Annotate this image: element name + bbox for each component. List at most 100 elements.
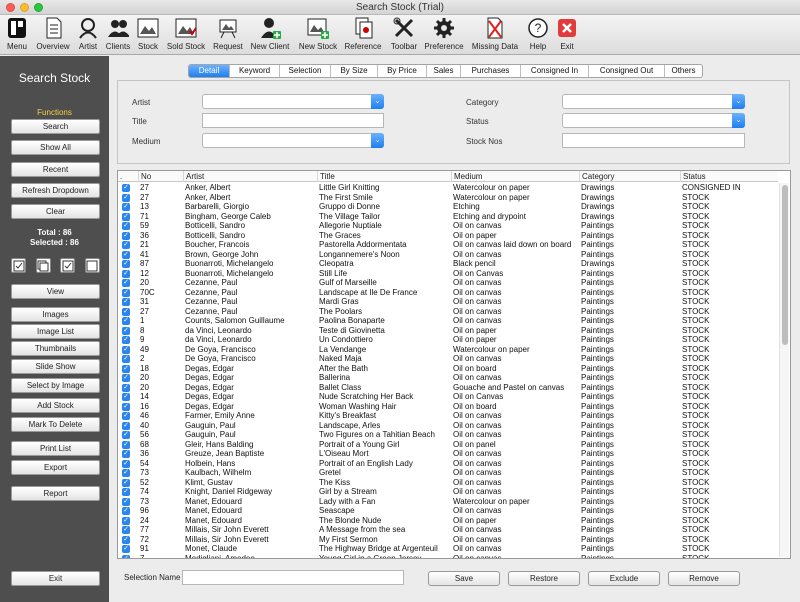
tab-consigned-out[interactable]: Consigned Out bbox=[588, 65, 664, 77]
toolbar-artist-button[interactable]: Artist bbox=[76, 17, 100, 54]
image-list-button[interactable]: Image List bbox=[11, 324, 100, 339]
column-header-title[interactable]: Title bbox=[317, 171, 451, 182]
table-row[interactable]: ✓ 14 Degas, Edgar Nude Scratching Her Back O… bbox=[118, 392, 778, 402]
table-row[interactable]: ✓ 27 Anker, Albert The First Smile Watercolo… bbox=[118, 193, 778, 203]
table-row[interactable]: ✓ 36 Greuze, Jean Baptiste L'Oiseau Mort Oil… bbox=[118, 449, 778, 459]
row-checkbox[interactable]: ✓ bbox=[122, 469, 130, 477]
row-checkbox[interactable]: ✓ bbox=[122, 326, 130, 335]
table-row[interactable]: ✓ 73 Kaulbach, Wilhelm Gretel Oil on canvas P… bbox=[118, 468, 778, 478]
toolbar-toolbar-button[interactable]: Toolbar bbox=[388, 17, 420, 54]
row-checkbox[interactable]: ✓ bbox=[122, 450, 130, 458]
scrollbar-thumb[interactable] bbox=[782, 185, 788, 345]
table-row[interactable]: ✓ 46 Farmer, Emily Anne Kitty's Breakfast Oi… bbox=[118, 411, 778, 421]
zoom-window-button[interactable] bbox=[34, 3, 43, 12]
tab-consigned-in[interactable]: Consigned In bbox=[520, 65, 588, 77]
toolbar-clients-button[interactable]: Clients bbox=[104, 17, 132, 54]
table-row[interactable]: ✓ 56 Gauguin, Paul Two Figures on a Tahitia… bbox=[118, 430, 778, 440]
row-checkbox[interactable]: ✓ bbox=[122, 545, 130, 553]
tab-sales[interactable]: Sales bbox=[426, 65, 460, 77]
toolbar-overview-button[interactable]: Overview bbox=[35, 17, 71, 54]
table-row[interactable]: ✓ 70C Cezanne, Paul Landscape at Ile De Fra… bbox=[118, 288, 778, 298]
table-row[interactable]: ✓ 40 Gauguin, Paul Landscape, Arles Oil on c… bbox=[118, 421, 778, 431]
tab-keyword[interactable]: Keyword bbox=[229, 65, 279, 77]
row-checkbox[interactable]: ✓ bbox=[122, 241, 130, 249]
table-row[interactable]: ✓ 41 Brown, George John Longannemere's Noon… bbox=[118, 250, 778, 260]
row-checkbox[interactable]: ✓ bbox=[122, 421, 130, 430]
vertical-scrollbar[interactable] bbox=[779, 183, 789, 557]
row-checkbox[interactable]: ✓ bbox=[122, 488, 130, 496]
toolbar-reference-button[interactable]: Reference bbox=[343, 17, 383, 54]
mark-to-delete-button[interactable]: Mark To Delete bbox=[11, 417, 100, 432]
table-row[interactable]: ✓ 59 Botticelli, Sandro Allegorie Nuptiale O… bbox=[118, 221, 778, 231]
search-button[interactable]: Search bbox=[11, 119, 100, 134]
exit-button[interactable]: Exit bbox=[11, 571, 100, 586]
row-checkbox[interactable]: ✓ bbox=[122, 184, 130, 192]
show-all-button[interactable]: Show All bbox=[11, 140, 100, 155]
toolbar-stock-button[interactable]: Stock bbox=[136, 17, 160, 54]
table-row[interactable]: ✓ 27 Anker, Albert Little Girl Knitting Wate… bbox=[118, 183, 778, 193]
table-row[interactable]: ✓ 72 Millais, Sir John Everett My First Ser… bbox=[118, 535, 778, 545]
artist-select[interactable]: ⌄ bbox=[202, 94, 384, 109]
uncheck-checkbox-icon[interactable] bbox=[84, 258, 100, 273]
table-row[interactable]: ✓ 52 Klimt, Gustav The Kiss Oil on canvas Pai… bbox=[118, 478, 778, 488]
toolbar-sold-stock-button[interactable]: Sold Stock bbox=[164, 17, 208, 54]
table-row[interactable]: ✓ 20 Degas, Edgar Ballet Class Gouache and P… bbox=[118, 383, 778, 393]
row-checkbox[interactable]: ✓ bbox=[122, 497, 130, 506]
toolbar-missing-data-button[interactable]: Missing Data bbox=[470, 17, 520, 54]
stock-nos-input[interactable] bbox=[562, 133, 745, 148]
row-checkbox[interactable]: ✓ bbox=[122, 260, 130, 268]
row-checkbox[interactable]: ✓ bbox=[122, 412, 130, 420]
category-select[interactable]: ⌄ bbox=[562, 94, 745, 109]
table-row[interactable]: ✓ 13 Barbarelli, Giorgio Gruppo di Donne Etc… bbox=[118, 202, 778, 212]
select-page-checkbox-icon[interactable] bbox=[35, 258, 51, 273]
row-checkbox[interactable]: ✓ bbox=[122, 402, 130, 411]
row-checkbox[interactable]: ✓ bbox=[122, 345, 130, 354]
table-row[interactable]: ✓ 2 De Goya, Francisco Naked Maja Oil on can… bbox=[118, 354, 778, 364]
column-header-artist[interactable]: Artist bbox=[183, 171, 317, 182]
table-row[interactable]: ✓ 31 Cezanne, Paul Mardi Gras Oil on canvas P… bbox=[118, 297, 778, 307]
view-button[interactable]: View bbox=[11, 284, 100, 299]
medium-select[interactable]: ⌄ bbox=[202, 133, 384, 148]
clear-button[interactable]: Clear bbox=[11, 204, 100, 219]
column-header-medium[interactable]: Medium bbox=[451, 171, 579, 182]
row-checkbox[interactable]: ✓ bbox=[122, 269, 130, 278]
row-checkbox[interactable]: ✓ bbox=[122, 203, 130, 211]
thumbnails-button[interactable]: Thumbnails bbox=[11, 341, 100, 356]
row-checkbox[interactable]: ✓ bbox=[122, 459, 130, 468]
remove-button[interactable]: Remove bbox=[668, 571, 740, 586]
select-all-checkbox-icon[interactable] bbox=[11, 258, 26, 273]
row-checkbox[interactable]: ✓ bbox=[122, 478, 130, 487]
row-checkbox[interactable]: ✓ bbox=[122, 298, 130, 306]
recent-button[interactable]: Recent bbox=[11, 162, 100, 177]
save-button[interactable]: Save bbox=[428, 571, 500, 586]
tab-by-price[interactable]: By Price bbox=[377, 65, 426, 77]
row-checkbox[interactable]: ✓ bbox=[122, 222, 130, 230]
restore-button[interactable]: Restore bbox=[508, 571, 580, 586]
row-checkbox[interactable]: ✓ bbox=[122, 535, 130, 544]
table-row[interactable]: ✓ 49 De Goya, Francisco La Vendange Watercol… bbox=[118, 345, 778, 355]
tab-selection[interactable]: Selection bbox=[279, 65, 330, 77]
table-row[interactable]: ✓ 54 Holbein, Hans Portrait of an English L… bbox=[118, 459, 778, 469]
table-row[interactable]: ✓ 7 Modigliani, Amedeo Young Girl in a Gree… bbox=[118, 554, 778, 558]
table-row[interactable]: ✓ 77 Millais, Sir John Everett A Message fr… bbox=[118, 525, 778, 535]
select-by-image-button[interactable]: Select by Image bbox=[11, 378, 100, 393]
column-header-check[interactable]: . bbox=[118, 171, 138, 182]
toolbar-new-stock-button[interactable]: New Stock bbox=[296, 17, 340, 54]
row-checkbox[interactable]: ✓ bbox=[122, 288, 130, 297]
title-input[interactable] bbox=[202, 113, 384, 128]
row-checkbox[interactable]: ✓ bbox=[122, 431, 130, 439]
table-row[interactable]: ✓ 20 Degas, Edgar Ballerina Oil on canvas Pai… bbox=[118, 373, 778, 383]
row-checkbox[interactable]: ✓ bbox=[122, 364, 130, 373]
row-checkbox[interactable]: ✓ bbox=[122, 383, 130, 392]
table-row[interactable]: ✓ 27 Cezanne, Paul The Poolars Oil on canvas… bbox=[118, 307, 778, 317]
table-row[interactable]: ✓ 8 da Vinci, Leonardo Teste di Giovinetta O… bbox=[118, 326, 778, 336]
table-row[interactable]: ✓ 12 Buonarroti, Michelangelo Still Life Oil… bbox=[118, 269, 778, 279]
tab-purchases[interactable]: Purchases bbox=[460, 65, 520, 77]
row-checkbox[interactable]: ✓ bbox=[122, 440, 130, 449]
table-row[interactable]: ✓ 74 Knight, Daniel Ridgeway Girl by a Stre… bbox=[118, 487, 778, 497]
add-stock-button[interactable]: Add Stock bbox=[11, 398, 100, 413]
exclude-button[interactable]: Exclude bbox=[588, 571, 660, 586]
row-checkbox[interactable]: ✓ bbox=[122, 231, 130, 240]
row-checkbox[interactable]: ✓ bbox=[122, 336, 130, 344]
tab-detail[interactable]: Detail bbox=[189, 65, 229, 77]
